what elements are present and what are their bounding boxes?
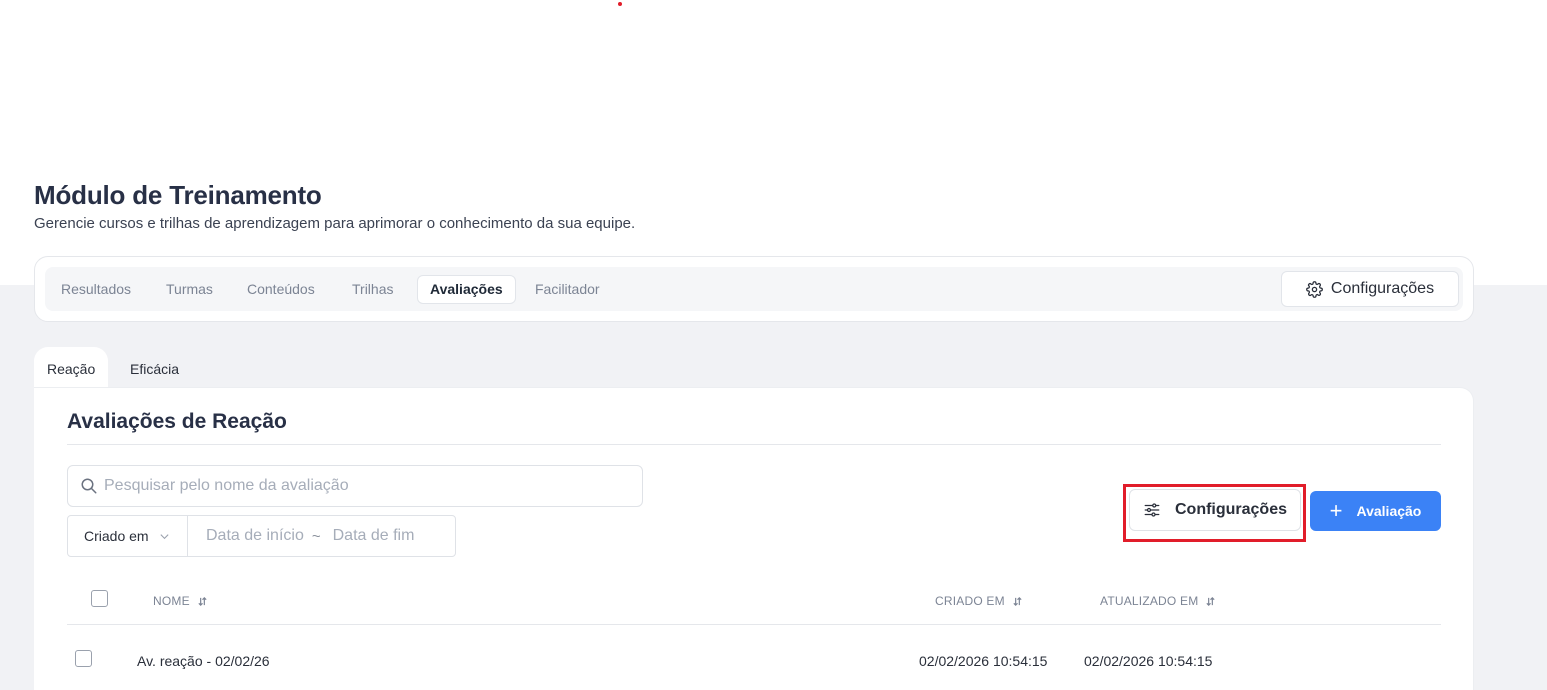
column-header-created[interactable]: CRIADO EM: [935, 594, 1023, 608]
date-field-label: Criado em: [84, 528, 149, 544]
page-header-area: [0, 0, 1547, 285]
column-header-updated[interactable]: ATUALIZADO EM: [1100, 594, 1216, 608]
column-header-created-label: CRIADO EM: [935, 594, 1005, 608]
chevron-down-icon: [160, 533, 169, 539]
subtab-reacao[interactable]: Reação: [34, 347, 109, 391]
plus-icon: +: [1329, 498, 1343, 523]
settings-button-label: Configurações: [1174, 501, 1287, 518]
row-name[interactable]: Av. reação - 02/02/26: [137, 653, 270, 669]
tab-trilhas[interactable]: Trilhas: [340, 275, 406, 304]
add-evaluation-button[interactable]: + Avaliação: [1310, 491, 1441, 531]
notification-dot: [618, 2, 622, 6]
search-box: [67, 465, 643, 507]
sort-icon: [1013, 596, 1022, 606]
start-date-input[interactable]: Data de início: [188, 527, 304, 545]
tab-conteudos[interactable]: Conteúdos: [235, 275, 327, 304]
tab-avaliacoes[interactable]: Avaliações: [417, 275, 516, 304]
gear-icon: [1306, 280, 1323, 298]
settings-button[interactable]: Configurações: [1129, 489, 1301, 531]
column-header-name[interactable]: NOME: [153, 594, 208, 608]
end-date-input[interactable]: Data de fim: [333, 527, 415, 545]
tab-facilitador[interactable]: Facilitador: [523, 275, 612, 304]
column-header-name-label: NOME: [153, 594, 190, 608]
tab-resultados[interactable]: Resultados: [49, 275, 143, 304]
section-title: Avaliações de Reação: [67, 410, 287, 433]
row-updated: 02/02/2026 10:54:15: [1084, 653, 1213, 669]
row-checkbox[interactable]: [75, 650, 92, 667]
section-divider: [67, 444, 1441, 445]
select-all-checkbox[interactable]: [91, 590, 108, 607]
date-separator: ~: [311, 527, 321, 545]
module-settings-button[interactable]: Configurações: [1281, 271, 1459, 307]
module-tabs: Resultados Turmas Conteúdos Trilhas Aval…: [45, 267, 1463, 311]
module-settings-label: Configurações: [1330, 280, 1435, 297]
subtab-eficacia[interactable]: Eficácia: [117, 347, 192, 391]
add-evaluation-label: Avaliação: [1356, 503, 1422, 519]
row-created: 02/02/2026 10:54:15: [919, 653, 1048, 669]
search-icon: [81, 478, 97, 494]
search-input[interactable]: [104, 477, 624, 495]
table-header-divider: [67, 624, 1441, 625]
date-range-filter: Criado em Data de início ~ Data de fim: [67, 515, 456, 557]
date-field-select[interactable]: Criado em: [68, 516, 188, 556]
tab-turmas[interactable]: Turmas: [154, 275, 225, 304]
sort-icon: [1206, 596, 1215, 606]
sliders-icon: [1144, 503, 1160, 517]
sort-icon: [198, 596, 207, 606]
page-subtitle: Gerencie cursos e trilhas de aprendizage…: [34, 215, 636, 232]
page-title: Módulo de Treinamento: [34, 180, 322, 210]
module-nav-card: Resultados Turmas Conteúdos Trilhas Aval…: [34, 256, 1474, 322]
column-header-updated-label: ATUALIZADO EM: [1100, 594, 1199, 608]
